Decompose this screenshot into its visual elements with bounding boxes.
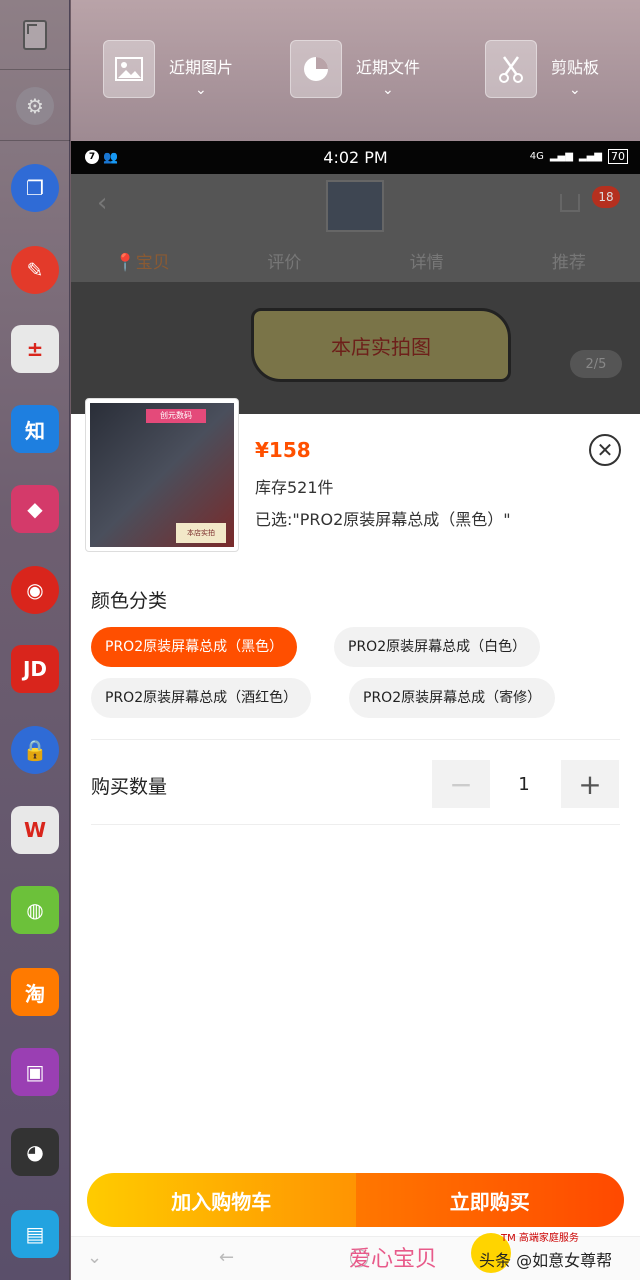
game-cube-app-icon[interactable]: ◆ <box>11 485 59 533</box>
app-dock-sidebar: ⚙ ❐ ✎ ± 知 ◆ ◉ JD 🔒 W ◍ 淘 ▣ ◕ ▤ <box>0 0 70 1280</box>
buy-now-button[interactable]: 立即购买 <box>355 1173 624 1227</box>
jd-app-icon[interactable]: JD <box>11 645 59 693</box>
product-price: ¥158 <box>255 438 311 462</box>
divider <box>91 824 620 825</box>
color-option-repair[interactable]: PRO2原装屏幕总成（寄修） <box>349 678 556 718</box>
color-option-black[interactable]: PRO2原装屏幕总成（黑色） <box>91 627 298 667</box>
tab-item[interactable]: 📍宝贝 <box>71 244 213 282</box>
product-image: 创元数码 本店实拍 <box>85 398 239 552</box>
image-label: 本店实拍 <box>176 523 226 543</box>
chevron-down-icon[interactable]: ⌄ <box>382 82 394 98</box>
gear-icon: ⚙ <box>16 86 54 125</box>
network-label: 4G <box>529 151 544 162</box>
tab-details[interactable]: 详情 <box>356 244 498 282</box>
watermark-badge: TM 高端家庭服务 头条 @如意女尊帮 <box>471 1229 621 1279</box>
quantity-minus-button[interactable]: − <box>432 760 490 808</box>
wechat-app-icon[interactable]: ◍ <box>11 886 59 934</box>
quantity-value[interactable]: 1 <box>494 774 554 795</box>
tab-recommend[interactable]: 推荐 <box>498 244 640 282</box>
lock-app-icon[interactable]: 🔒 <box>11 726 59 774</box>
tab-reviews[interactable]: 评价 <box>213 244 355 282</box>
calculator-app-icon[interactable]: ± <box>11 325 59 373</box>
header-thumbnail <box>326 180 384 232</box>
product-header: ‹ 18 <box>71 174 640 244</box>
pie-chart-icon <box>290 40 342 98</box>
window-toggle-button[interactable] <box>0 0 70 70</box>
window-icon <box>23 19 47 50</box>
quantity-plus-button[interactable]: + <box>561 760 619 808</box>
image-icon <box>103 40 155 98</box>
clipboard-shortcut[interactable]: 剪贴板 ⌄ <box>485 40 599 98</box>
selected-sku: 已选:"PRO2原装屏幕总成（黑色）" <box>255 510 511 529</box>
signal-icon: ▂▄▆ <box>549 151 573 162</box>
page-indicator: 2/5 <box>570 350 622 378</box>
action-bar: 加入购物车 立即购买 <box>87 1173 624 1227</box>
color-section-title: 颜色分类 <box>91 590 168 612</box>
qq-app-icon[interactable]: ◕ <box>11 1128 59 1176</box>
chevron-down-icon[interactable]: ⌄ <box>195 82 207 98</box>
copy-app-icon[interactable]: ❐ <box>11 164 59 212</box>
back-arrow-icon[interactable]: ‹ <box>97 188 107 218</box>
color-option-white[interactable]: PRO2原装屏幕总成（白色） <box>334 627 541 667</box>
close-icon[interactable]: ✕ <box>589 434 621 466</box>
watermark-small-text: TM 高端家庭服务 <box>501 1233 579 1244</box>
watermark-main-text: 头条 @如意女尊帮 <box>479 1251 613 1270</box>
color-option-wine-red[interactable]: PRO2原装屏幕总成（酒红色） <box>91 678 312 718</box>
music-app-icon[interactable]: ◉ <box>11 566 59 614</box>
add-to-cart-button[interactable]: 加入购物车 <box>87 1173 356 1227</box>
product-tabs: 📍宝贝 评价 详情 推荐 <box>71 244 640 282</box>
settings-button[interactable]: ⚙ <box>0 71 70 141</box>
divider <box>91 739 620 740</box>
watermark-text: 爱心宝贝 <box>349 1247 438 1272</box>
quantity-title: 购买数量 <box>91 776 168 798</box>
recent-images-label: 近期图片 <box>169 58 234 77</box>
chevron-down-icon[interactable]: ⌄ <box>87 1247 102 1268</box>
battery-indicator: 70 <box>608 149 628 164</box>
cart-icon[interactable] <box>560 194 580 212</box>
back-icon[interactable]: ← <box>219 1247 234 1268</box>
sku-selection-sheet: 创元数码 本店实拍 ¥158 库存521件 已选:"PRO2原装屏幕总成（黑色）… <box>71 398 640 1280</box>
gameboy-app-icon[interactable]: ▣ <box>11 1048 59 1096</box>
chevron-down-icon[interactable]: ⌄ <box>569 82 581 98</box>
signal-icon: ▂▄▆ <box>578 151 602 162</box>
banner-scroll-ribbon: 本店实拍图 <box>251 308 511 382</box>
cart-count-badge: 18 <box>592 186 620 208</box>
product-banner: 本店实拍图 2/5 <box>71 282 640 414</box>
zhihu-app-icon[interactable]: 知 <box>11 405 59 453</box>
scissors-icon <box>485 40 537 98</box>
shortcut-bar: 近期图片 ⌄ 近期文件 ⌄ 剪贴板 ⌄ <box>71 0 640 141</box>
taobao-app-icon[interactable]: 淘 <box>11 968 59 1016</box>
recent-files-shortcut[interactable]: 近期文件 ⌄ <box>290 40 420 98</box>
product-stock: 库存521件 <box>255 478 334 497</box>
background-product-page: ‹ 18 📍宝贝 评价 详情 推荐 本店实拍图 2/5 <box>71 174 640 414</box>
clipboard-label: 剪贴板 <box>551 58 600 77</box>
recent-images-shortcut[interactable]: 近期图片 ⌄ <box>103 40 233 98</box>
wps-app-icon[interactable]: W <box>11 806 59 854</box>
phone-screen: 7 👥 4:02 PM 4G ▂▄▆ ▂▄▆ 70 ‹ 18 📍宝贝 评价 详情… <box>71 141 640 1280</box>
recent-files-label: 近期文件 <box>356 58 421 77</box>
image-tag: 创元数码 <box>146 409 206 423</box>
file-app-icon[interactable]: ▤ <box>11 1210 59 1258</box>
pin-app-icon[interactable]: ✎ <box>11 246 59 294</box>
status-bar: 7 👥 4:02 PM 4G ▂▄▆ ▂▄▆ 70 <box>71 141 640 174</box>
